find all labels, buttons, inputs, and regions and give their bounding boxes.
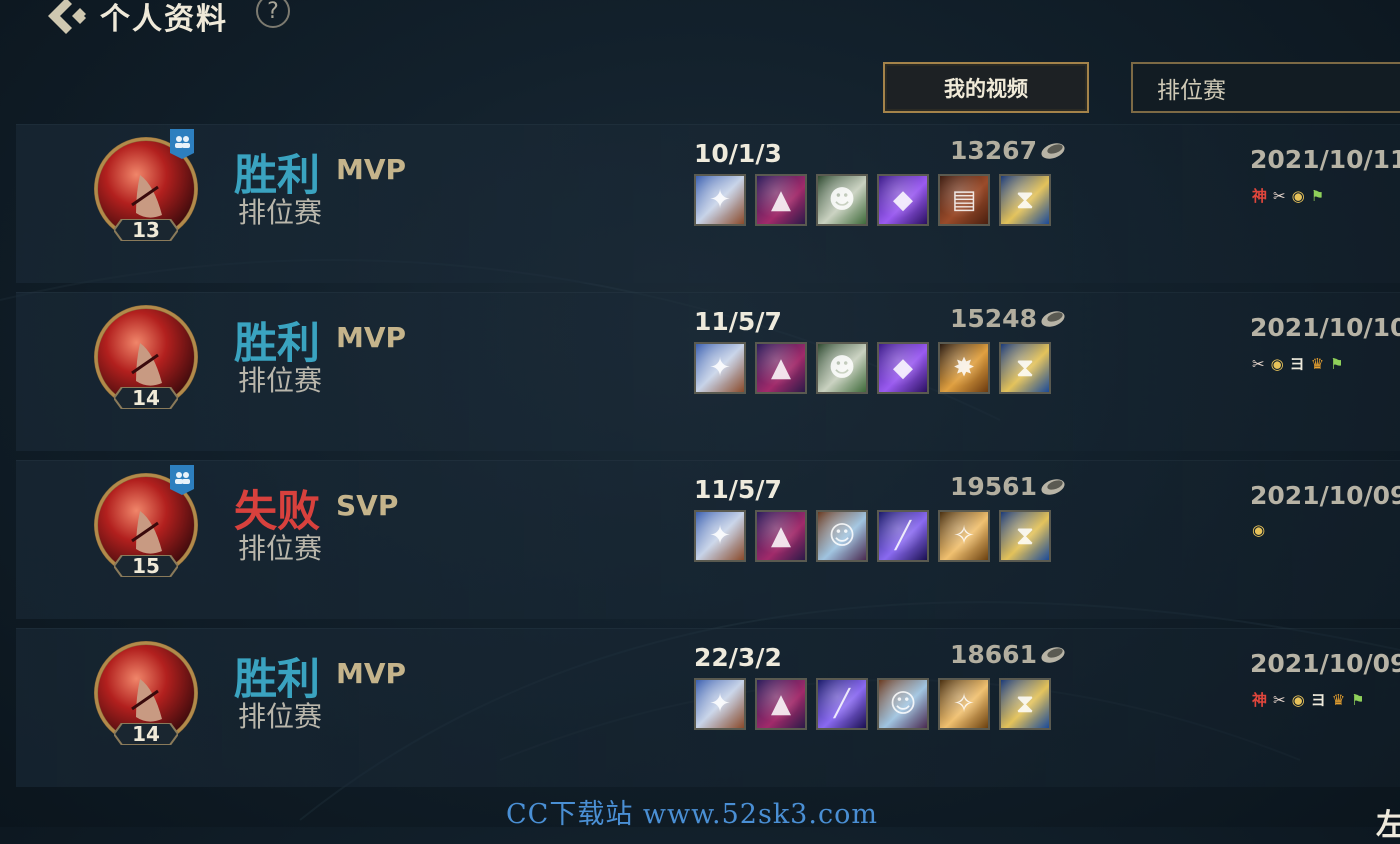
angel-icon[interactable]: ✧ (938, 510, 990, 562)
help-icon[interactable]: ? (256, 0, 290, 28)
achievement-tags: 神 ✂ ◉ ⚑ (1252, 185, 1324, 206)
achievement-tag: ◉ (1291, 690, 1305, 709)
spellblade-icon[interactable]: ✦ (694, 510, 746, 562)
achievement-tag: ♛ (1331, 690, 1346, 709)
gold-earned: 19561 (950, 472, 1037, 501)
gold-earned: 15248 (950, 304, 1037, 333)
spellblade-icon[interactable]: ✦ (694, 342, 746, 394)
achievement-tags: ◉ (1252, 521, 1265, 539)
achievement-tags: ✂ ◉ ヨ ♛ ⚑ (1252, 353, 1344, 374)
gold-coin-icon (1041, 311, 1065, 327)
achievement-tag: ⚑ (1351, 690, 1365, 709)
match-date: 2021/10/09 (1250, 481, 1400, 510)
match-queue: 排位赛 (238, 532, 323, 565)
gold-coin-icon (1041, 647, 1065, 663)
kda-stats: 11/5/7 (694, 475, 782, 504)
achievement-tag: ✂ (1273, 186, 1286, 205)
match-row[interactable]: 14 胜利 MVP 排位赛 11/5/7 15248 ✦ ▲ ☻ ◆ ✸ ⧗ 2021/1… (16, 292, 1400, 451)
achievement-tag: ◉ (1270, 354, 1284, 373)
watermark: CC下载站 www.52sk3.com (506, 799, 878, 830)
hat-icon[interactable]: ▲ (755, 510, 807, 562)
gold-earned: 13267 (950, 136, 1037, 165)
hourglass-icon[interactable]: ⧗ (999, 174, 1051, 226)
match-date: 2021/10/09 (1250, 649, 1400, 678)
match-queue: 排位赛 (238, 364, 323, 397)
champion-level-badge: 13 (114, 219, 178, 241)
achievement-tag: ✂ (1273, 690, 1286, 709)
mask-icon[interactable]: ☻ (816, 342, 868, 394)
match-grade: MVP (336, 657, 407, 690)
gold-coin-icon (1041, 479, 1065, 495)
crystal-icon[interactable]: ◆ (877, 342, 929, 394)
page-title: 个人资料 (100, 2, 228, 37)
premade-group-icon (170, 129, 194, 159)
match-row[interactable]: 15 失败 SVP 排位赛 11/5/7 19561 ✦ ▲ ☺ ╱ ✧ ⧗ 2021/1… (16, 460, 1400, 619)
angel-icon[interactable]: ✧ (938, 678, 990, 730)
hat-icon[interactable]: ▲ (755, 174, 807, 226)
mask-icon[interactable]: ☻ (816, 174, 868, 226)
achievement-tag: ◉ (1252, 521, 1266, 539)
match-row[interactable]: 13 胜利 MVP 排位赛 10/1/3 13267 ✦ ▲ ☻ ◆ ▤ ⧗ 2021/1… (16, 124, 1400, 283)
queue-filter-select[interactable]: 排位赛 (1131, 62, 1400, 113)
achievement-tag: ヨ (1289, 355, 1305, 373)
my-videos-button[interactable]: 我的视频 (883, 62, 1089, 113)
spellblade-icon[interactable]: ✦ (694, 174, 746, 226)
hourglass-icon[interactable]: ⧗ (999, 342, 1051, 394)
match-queue: 排位赛 (238, 196, 323, 229)
achievement-tag: ヨ (1310, 691, 1326, 709)
achievement-tag: ✂ (1252, 354, 1265, 373)
kda-stats: 10/1/3 (694, 139, 782, 168)
hourglass-icon[interactable]: ⧗ (999, 678, 1051, 730)
back-arrow-icon[interactable] (40, 0, 86, 36)
match-date: 2021/10/10 (1250, 313, 1400, 342)
hat-icon[interactable]: ▲ (755, 342, 807, 394)
spellblade-icon[interactable]: ✦ (694, 678, 746, 730)
hourglass-icon[interactable]: ⧗ (999, 510, 1051, 562)
kda-stats: 11/5/7 (694, 307, 782, 336)
match-grade: MVP (336, 321, 407, 354)
corner-glyph: 左 (1376, 808, 1400, 843)
mace-icon[interactable]: ✸ (938, 342, 990, 394)
match-grade: SVP (336, 489, 399, 522)
achievement-tag: ◉ (1291, 186, 1305, 205)
crystal-icon[interactable]: ◆ (877, 174, 929, 226)
item-build: ✦ ▲ ☺ ╱ ✧ ⧗ (694, 510, 1051, 562)
achievement-tag: ⚑ (1330, 354, 1344, 373)
champion-level-badge: 14 (114, 387, 178, 409)
item-build: ✦ ▲ ☻ ◆ ✸ ⧗ (694, 342, 1051, 394)
champion-level-badge: 14 (114, 723, 178, 745)
achievement-tag: ♛ (1310, 354, 1325, 373)
match-grade: MVP (336, 153, 407, 186)
kda-stats: 22/3/2 (694, 643, 782, 672)
achievement-tag: 神 (1252, 691, 1268, 709)
item-build: ✦ ▲ ╱ ☺ ✧ ⧗ (694, 678, 1051, 730)
hat-icon[interactable]: ▲ (755, 678, 807, 730)
staff-icon[interactable]: ╱ (816, 678, 868, 730)
match-date: 2021/10/11 (1250, 145, 1400, 174)
match-row[interactable]: 14 胜利 MVP 排位赛 22/3/2 18661 ✦ ▲ ╱ ☺ ✧ ⧗ 2021/1… (16, 628, 1400, 787)
champion-level-badge: 15 (114, 555, 178, 577)
achievement-tags: 神 ✂ ◉ ヨ ♛ ⚑ (1252, 689, 1365, 710)
gold-earned: 18661 (950, 640, 1037, 669)
achievement-tag: ⚑ (1310, 186, 1325, 205)
item-build: ✦ ▲ ☻ ◆ ▤ ⧗ (694, 174, 1051, 226)
gold-coin-icon (1041, 143, 1065, 159)
boots-icon[interactable]: ☺ (816, 510, 868, 562)
premade-group-icon (170, 465, 194, 495)
tome-icon[interactable]: ▤ (938, 174, 990, 226)
match-queue: 排位赛 (238, 700, 323, 733)
boots-icon[interactable]: ☺ (877, 678, 929, 730)
staff-icon[interactable]: ╱ (877, 510, 929, 562)
achievement-tag: 神 (1252, 187, 1268, 205)
